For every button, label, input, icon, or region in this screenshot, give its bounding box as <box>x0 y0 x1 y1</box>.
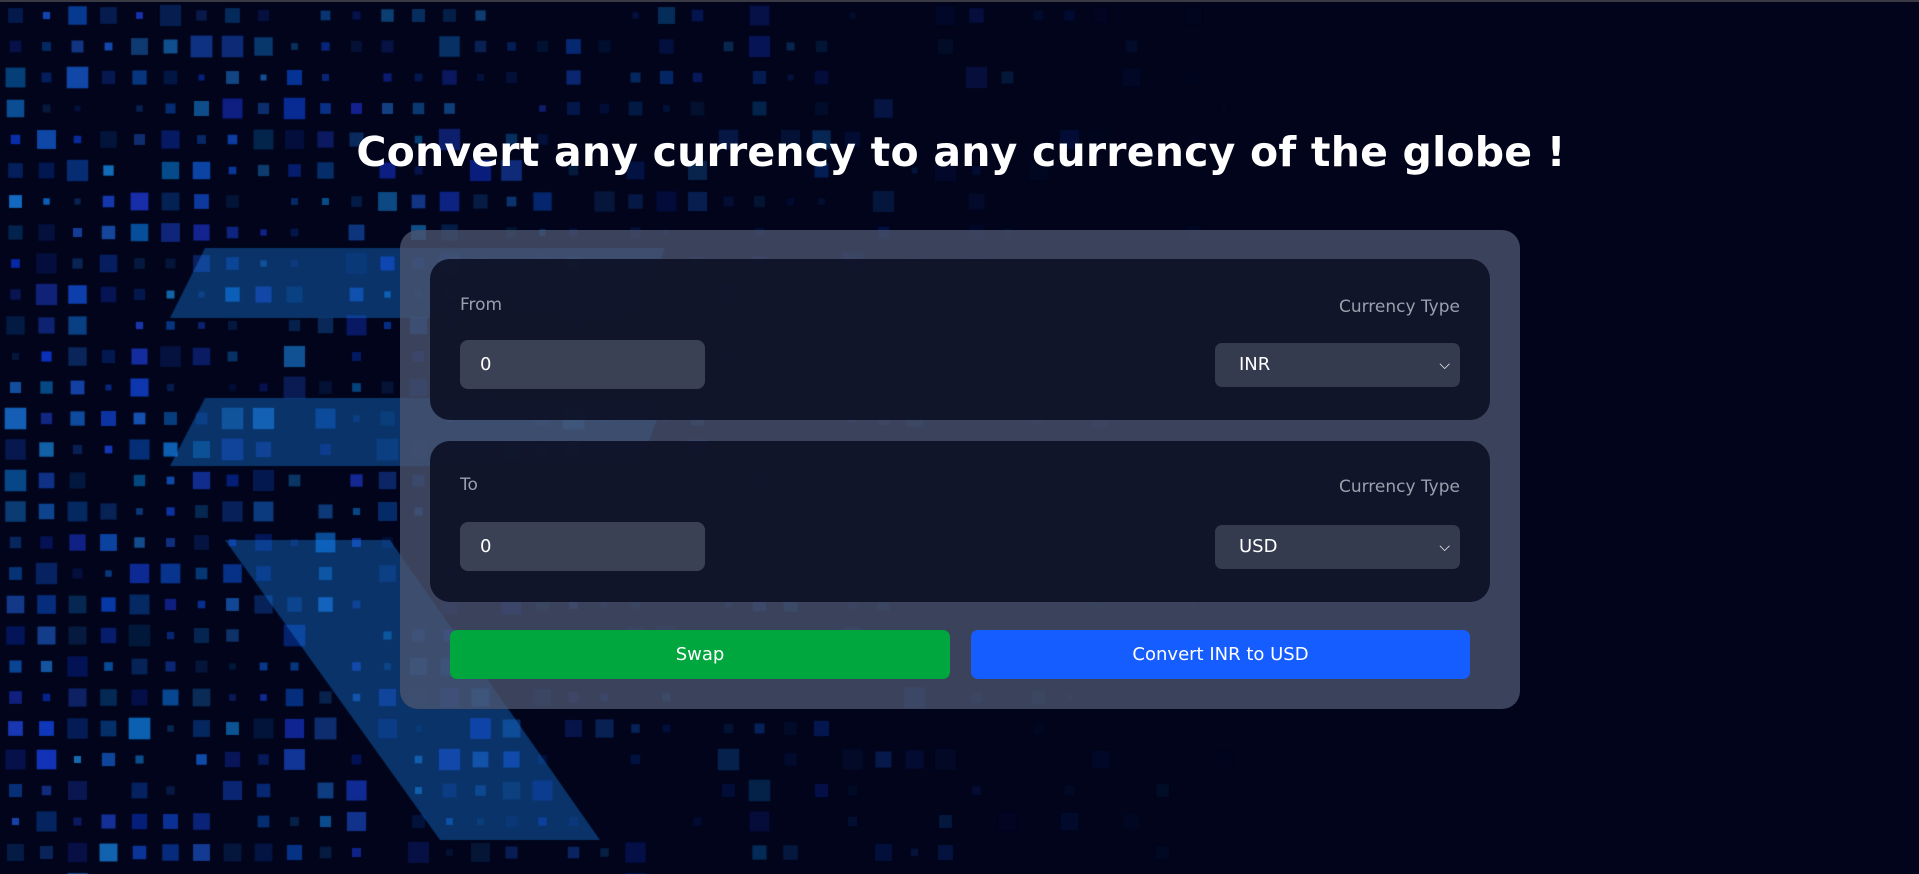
to-label: To <box>460 475 478 495</box>
to-section: To Currency Type USD ⌵ <box>430 441 1490 602</box>
page-title: Convert any currency to any currency of … <box>356 128 1566 176</box>
to-amount-input[interactable] <box>460 522 705 571</box>
convert-button[interactable]: Convert INR to USD <box>971 630 1470 679</box>
from-label: From <box>460 295 503 315</box>
from-currency-select[interactable]: INR ⌵ <box>1215 343 1460 387</box>
to-currency-label: Currency Type <box>1338 477 1460 497</box>
converter-card: From Currency Type INR ⌵ To Currency Typ… <box>400 230 1520 709</box>
chevron-down-icon: ⌵ <box>1439 539 1450 555</box>
window-top-border <box>0 0 1919 2</box>
from-currency-label: Currency Type <box>1338 297 1460 317</box>
to-currency-select[interactable]: USD ⌵ <box>1215 525 1460 569</box>
from-currency-value: INR <box>1239 354 1271 375</box>
chevron-down-icon: ⌵ <box>1439 357 1450 373</box>
from-amount-input[interactable] <box>460 340 705 389</box>
swap-button[interactable]: Swap <box>450 630 950 679</box>
from-section: From Currency Type INR ⌵ <box>430 259 1490 420</box>
to-currency-value: USD <box>1239 536 1278 557</box>
